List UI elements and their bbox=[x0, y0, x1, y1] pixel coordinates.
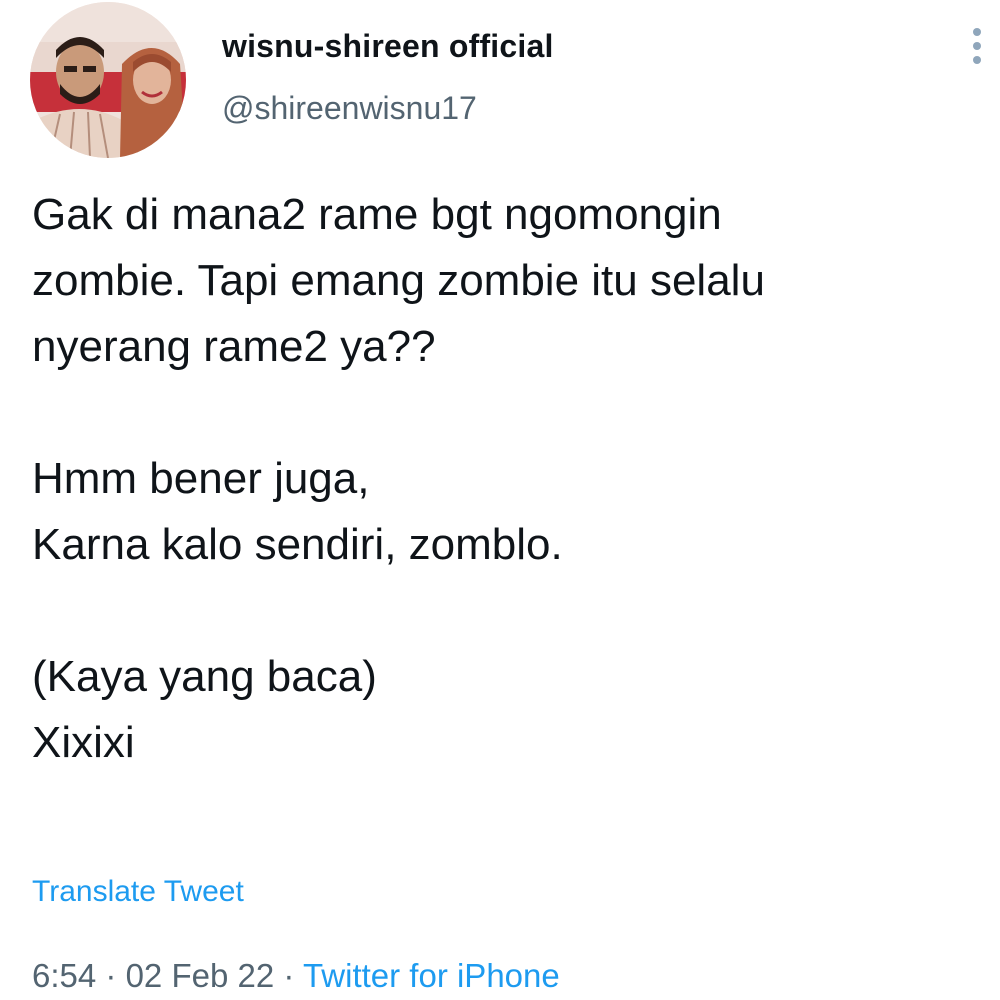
author-avatar[interactable] bbox=[30, 2, 186, 158]
tweet-source-link[interactable]: Twitter for iPhone bbox=[303, 957, 560, 994]
more-options-icon[interactable] bbox=[962, 26, 992, 66]
tweet-meta: 6:54 · 02 Feb 22 · Twitter for iPhone bbox=[32, 957, 560, 995]
tweet-time[interactable]: 6:54 bbox=[32, 957, 96, 994]
author-handle[interactable]: @shireenwisnu17 bbox=[222, 90, 477, 127]
tweet-date[interactable]: 02 Feb 22 bbox=[126, 957, 275, 994]
translate-tweet-link[interactable]: Translate Tweet bbox=[32, 875, 244, 909]
author-display-name[interactable]: wisnu-shireen official bbox=[222, 28, 554, 65]
meta-separator: · bbox=[105, 957, 117, 994]
tweet-card: wisnu-shireen official @shireenwisnu17 G… bbox=[0, 0, 1000, 1000]
meta-separator: · bbox=[283, 957, 295, 994]
tweet-text: Gak di mana2 rame bgt ngomongin zombie. … bbox=[32, 190, 765, 767]
profile-photo-icon bbox=[30, 2, 186, 158]
